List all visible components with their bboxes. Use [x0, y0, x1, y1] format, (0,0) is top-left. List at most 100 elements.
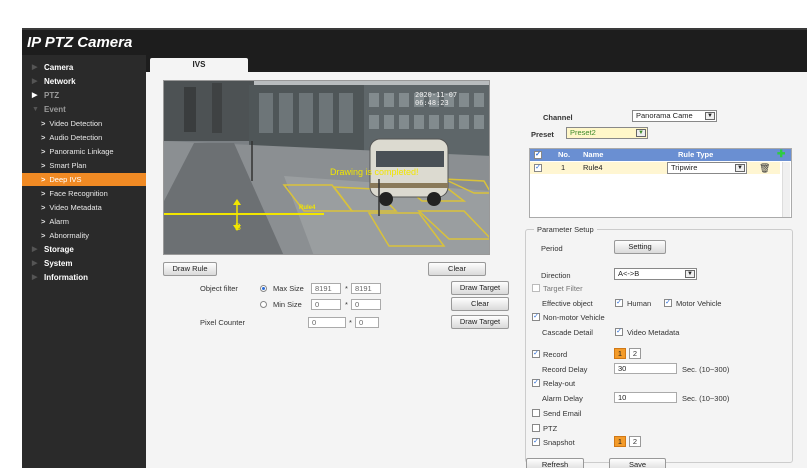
- sidebar-item-face-recognition[interactable]: > Face Recognition: [22, 187, 146, 200]
- col-no: No.: [558, 150, 571, 159]
- video-preview[interactable]: 2020-11-07 06:48:23 Drawing is completed…: [163, 80, 490, 255]
- select-all-checkbox[interactable]: ✓: [534, 151, 542, 159]
- sidebar-item-label: Face Recognition: [49, 189, 108, 198]
- clear-rule-button[interactable]: Clear: [428, 262, 486, 276]
- sidebar-item-label: Abnormality: [49, 231, 89, 240]
- sidebar: ▶ Camera ▶ Network ▶ PTZ ▼ Event > Video Dete…: [22, 55, 146, 468]
- sidebar-item-storage[interactable]: ▶ Storage: [22, 243, 146, 256]
- sidebar-item-label: Alarm: [49, 217, 69, 226]
- rule-type-select[interactable]: Tripwire ▼: [667, 162, 747, 174]
- refresh-button[interactable]: Refresh: [526, 458, 584, 468]
- direction-label: Direction: [541, 271, 571, 280]
- sidebar-item-audio-detection[interactable]: > Audio Detection: [22, 131, 146, 144]
- row-checkbox[interactable]: ✓: [534, 164, 542, 172]
- max-size-radio[interactable]: [260, 285, 267, 292]
- snapshot-channel-2[interactable]: 2: [629, 436, 641, 447]
- pixel-width-input[interactable]: 0: [308, 317, 346, 328]
- preset-value: Preset2: [570, 128, 596, 137]
- sidebar-item-label: Camera: [44, 63, 74, 72]
- channel-select[interactable]: Panorama Came ▼: [632, 110, 717, 122]
- sidebar-item-event[interactable]: ▼ Event: [22, 103, 146, 116]
- max-size-label: Max Size: [273, 284, 304, 293]
- motor-vehicle-checkbox[interactable]: ✓: [664, 299, 672, 307]
- alarm-delay-input[interactable]: 10: [614, 392, 677, 403]
- draw-target-button[interactable]: Draw Target: [451, 281, 509, 295]
- tab-ivs[interactable]: IVS: [150, 58, 248, 72]
- chevron-right-icon: >: [41, 119, 46, 128]
- effective-object-label: Effective object: [542, 299, 593, 308]
- trash-icon[interactable]: 🗑: [759, 162, 770, 174]
- max-height-input[interactable]: 8191: [351, 283, 381, 294]
- min-size-label: Min Size: [273, 300, 302, 309]
- sidebar-item-video-detection[interactable]: > Video Detection: [22, 117, 146, 130]
- table-scrollbar[interactable]: [782, 162, 790, 217]
- chevron-right-icon: >: [41, 231, 46, 240]
- sidebar-item-label: Event: [44, 105, 66, 114]
- max-width-input[interactable]: 8191: [311, 283, 341, 294]
- ptz-checkbox[interactable]: ✓: [532, 424, 540, 432]
- table-row[interactable]: ✓ 1 Rule4 Tripwire ▼ 🗑: [530, 162, 780, 174]
- app-banner: IP PTZ Camera: [22, 28, 807, 55]
- record-channel-1[interactable]: 1: [614, 348, 626, 359]
- preset-select[interactable]: Preset2 ▼: [566, 127, 648, 139]
- sidebar-item-video-metadata[interactable]: > Video Metadata: [22, 201, 146, 214]
- snapshot-channel-1[interactable]: 1: [614, 436, 626, 447]
- object-filter-label: Object filter: [200, 284, 238, 293]
- snapshot-label: Snapshot: [543, 438, 575, 447]
- record-delay-input[interactable]: 30: [614, 363, 677, 374]
- non-motor-vehicle-checkbox[interactable]: ✓: [532, 313, 540, 321]
- non-motor-vehicle-label: Non-motor Vehicle: [543, 313, 605, 322]
- draw-target-button[interactable]: Draw Target: [451, 315, 509, 329]
- marker-b: B: [235, 222, 242, 232]
- parameter-setup-title: Parameter Setup: [534, 225, 597, 234]
- sidebar-item-camera[interactable]: ▶ Camera: [22, 61, 146, 74]
- min-height-input[interactable]: 0: [351, 299, 381, 310]
- target-filter-label: Target Filter: [543, 284, 583, 293]
- ptz-label: PTZ: [543, 424, 558, 433]
- send-email-checkbox[interactable]: ✓: [532, 409, 540, 417]
- rule-table-header: ✓ No. Name Rule Type ✚: [530, 149, 791, 161]
- pixel-counter-label: Pixel Counter: [200, 318, 246, 327]
- rule-type-value: Tripwire: [671, 163, 698, 172]
- sidebar-item-smart-plan[interactable]: > Smart Plan: [22, 159, 146, 172]
- sidebar-item-abnormality[interactable]: > Abnormality: [22, 229, 146, 242]
- video-timestamp: 2020-11-07 06:48:23: [415, 91, 458, 107]
- sidebar-item-ptz[interactable]: ▶ PTZ: [22, 89, 146, 102]
- save-button[interactable]: Save: [609, 458, 666, 468]
- clear-target-button[interactable]: Clear: [451, 297, 509, 311]
- min-size-radio[interactable]: [260, 301, 267, 308]
- direction-select[interactable]: A<->B ▼: [614, 268, 697, 280]
- sidebar-item-deep-ivs[interactable]: > Deep IVS: [22, 173, 146, 186]
- sidebar-item-system[interactable]: ▶ System: [22, 257, 146, 270]
- chevron-down-icon: ▼: [685, 270, 695, 278]
- tab-bar: IVS: [146, 55, 807, 72]
- sidebar-item-information[interactable]: ▶ Information: [22, 271, 146, 284]
- alarm-delay-unit: Sec. (10~300): [682, 394, 730, 403]
- sidebar-item-network[interactable]: ▶ Network: [22, 75, 146, 88]
- human-checkbox[interactable]: ✓: [615, 299, 623, 307]
- app-title: IP PTZ Camera: [27, 34, 133, 51]
- video-metadata-label: Video Metadata: [627, 328, 680, 337]
- video-metadata-checkbox[interactable]: ✓: [615, 328, 623, 336]
- sidebar-item-label: Information: [44, 273, 88, 282]
- snapshot-checkbox[interactable]: ✓: [532, 438, 540, 446]
- sidebar-item-label: Smart Plan: [49, 161, 87, 170]
- sidebar-item-panoramic-linkage[interactable]: > Panoramic Linkage: [22, 145, 146, 158]
- plus-circle-icon[interactable]: ✚: [777, 149, 785, 161]
- draw-rule-button[interactable]: Draw Rule: [163, 262, 217, 276]
- sidebar-item-alarm[interactable]: > Alarm: [22, 215, 146, 228]
- camera-scene: [164, 81, 489, 254]
- setting-button[interactable]: Setting: [614, 240, 666, 254]
- min-width-input[interactable]: 0: [311, 299, 341, 310]
- channel-label: Channel: [543, 113, 573, 122]
- relay-out-checkbox[interactable]: ✓: [532, 379, 540, 387]
- record-checkbox[interactable]: ✓: [532, 350, 540, 358]
- target-filter-checkbox[interactable]: ✓: [532, 284, 540, 292]
- chevron-down-icon: ▼: [636, 129, 646, 137]
- alarm-delay-label: Alarm Delay: [542, 394, 583, 403]
- rule-tag: Rule4: [299, 205, 316, 211]
- sidebar-item-label: Audio Detection: [49, 133, 103, 142]
- pixel-height-input[interactable]: 0: [355, 317, 379, 328]
- chevron-right-icon: >: [41, 133, 46, 142]
- record-channel-2[interactable]: 2: [629, 348, 641, 359]
